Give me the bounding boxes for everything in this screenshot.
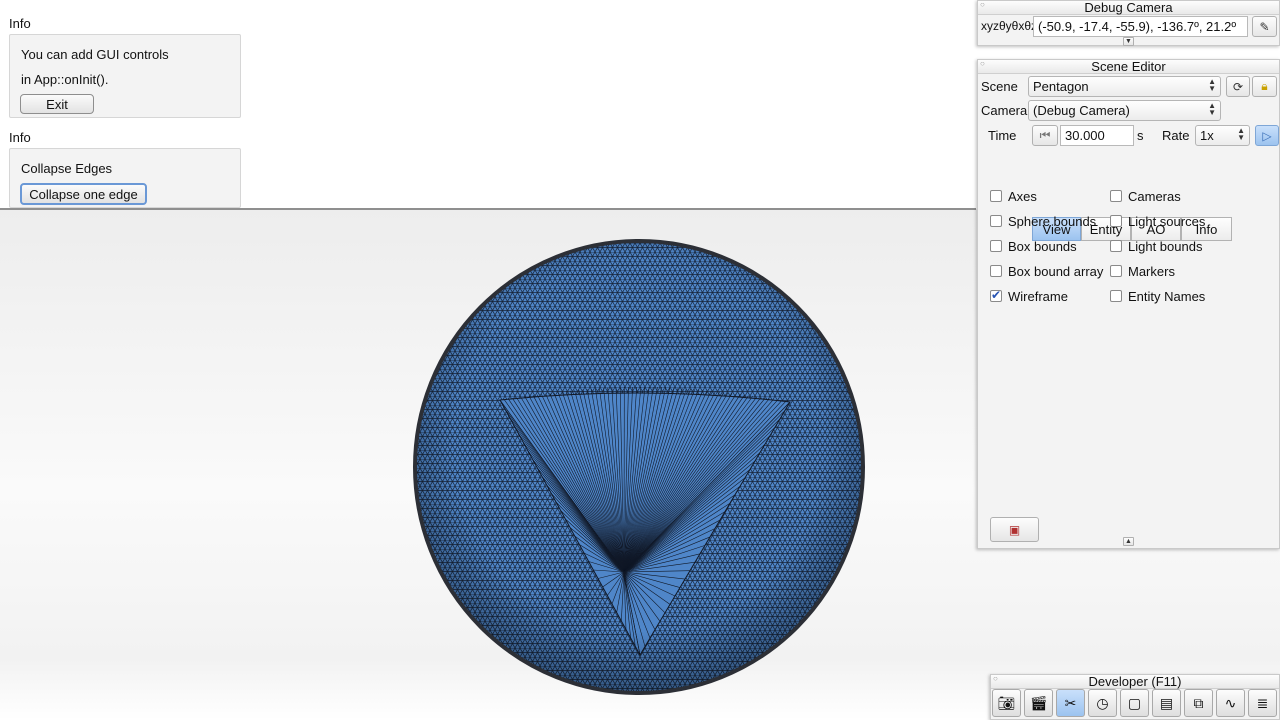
- checkbox-box[interactable]: [1110, 240, 1122, 252]
- reload-scene-button[interactable]: ⟳: [1226, 76, 1250, 97]
- checkbox-box-bounds[interactable]: Box bounds: [990, 238, 1077, 254]
- developer-tool-button-2[interactable]: 🎬︎: [1024, 689, 1053, 717]
- developer-tool-button-6[interactable]: ▤: [1152, 689, 1181, 717]
- checkbox-label: Light sources: [1128, 213, 1206, 229]
- info-pane-title-1: Info: [9, 16, 31, 31]
- developer-tool-button-7[interactable]: ⧉: [1184, 689, 1213, 717]
- collapse-arrow-button[interactable]: ▲: [1123, 537, 1134, 546]
- clock-icon: ◷: [1096, 694, 1109, 711]
- debug-camera-window: Debug Camera ○ xyzθyθxθz (-50.9, -17.4, …: [977, 0, 1280, 46]
- checkbox-markers[interactable]: Markers: [1110, 263, 1175, 279]
- camera-coordinates-field[interactable]: (-50.9, -17.4, -55.9), -136.7º, 21.2º: [1033, 16, 1248, 37]
- camera-value: (Debug Camera): [1033, 103, 1130, 118]
- developer-tool-button-4[interactable]: ◷: [1088, 689, 1117, 717]
- checkbox-box[interactable]: [990, 240, 1002, 252]
- developer-tool-button-3[interactable]: ✂: [1056, 689, 1085, 717]
- play-button[interactable]: ▷: [1255, 125, 1279, 146]
- pencil-icon: ✎: [1259, 19, 1270, 34]
- expand-arrow-button[interactable]: ▼: [1123, 37, 1134, 46]
- film-clapper-icon: 🎬︎: [1029, 694, 1048, 711]
- updown-arrows-icon: ▲ ▼: [1208, 77, 1216, 93]
- copy-camera-button[interactable]: ✎: [1252, 16, 1277, 37]
- developer-tool-button-9[interactable]: ≣: [1248, 689, 1277, 717]
- checkbox-box[interactable]: [990, 288, 1002, 302]
- checkbox-wireframe[interactable]: Wireframe: [990, 288, 1068, 304]
- checkbox-label: Sphere bounds: [1008, 213, 1097, 229]
- document-icon: ≣: [1256, 694, 1269, 711]
- checkbox-box[interactable]: [1110, 290, 1122, 302]
- developer-tool-button-5[interactable]: ▢: [1120, 689, 1149, 717]
- checkbox-box[interactable]: [1110, 190, 1122, 202]
- horizon-line: [0, 208, 976, 210]
- chevron-up-icon: ▲: [1125, 538, 1132, 545]
- camera-label: Camera: [981, 103, 1028, 118]
- info-pane-title-2: Info: [9, 130, 31, 145]
- scene-editor-title[interactable]: Scene Editor: [978, 60, 1279, 74]
- updown-arrows-icon: ▲ ▼: [1237, 126, 1245, 142]
- checkbox-box[interactable]: [990, 265, 1002, 277]
- lock-button[interactable]: 🔒︎: [1252, 76, 1277, 97]
- checkbox-cameras[interactable]: Cameras: [1110, 188, 1181, 204]
- scene-label: Scene: [981, 79, 1018, 94]
- rate-value: 1x: [1200, 128, 1214, 143]
- time-label: Time: [988, 128, 1017, 143]
- new-page-icon: ▢: [1127, 694, 1142, 711]
- info-text-line-2: in App::onInit().: [21, 72, 109, 87]
- save-icon: ▣: [1008, 522, 1021, 537]
- close-icon[interactable]: ○: [980, 59, 985, 68]
- collapse-edges-label: Collapse Edges: [21, 161, 113, 176]
- camera-icon: 📷︎: [997, 694, 1016, 711]
- rate-dropdown[interactable]: 1x ▲ ▼: [1195, 125, 1250, 146]
- terminal-icon: ▤: [1159, 694, 1174, 711]
- camera-coord-label: xyzθyθxθz: [981, 19, 1038, 33]
- refresh-icon: ⟳: [1232, 79, 1244, 94]
- rate-label: Rate: [1162, 128, 1190, 143]
- checkbox-label: Wireframe: [1008, 288, 1068, 304]
- scene-dropdown[interactable]: Pentagon ▲ ▼: [1028, 76, 1221, 97]
- checkbox-box[interactable]: [1110, 265, 1122, 277]
- checkbox-axes[interactable]: Axes: [990, 188, 1037, 204]
- time-unit: s: [1137, 128, 1144, 143]
- info-pane-1: You can add GUI controls in App::onInit(…: [9, 34, 241, 118]
- checkbox-box-bound-array[interactable]: Box bound array: [990, 263, 1103, 279]
- checkbox-box[interactable]: [990, 215, 1002, 227]
- checkbox-light-bounds[interactable]: Light bounds: [1110, 238, 1202, 254]
- checkbox-label: Box bounds: [1008, 238, 1077, 254]
- lock-icon: 🔒︎: [1261, 79, 1268, 93]
- scene-editor-window: Scene Editor ○ Scene Pentagon ▲ ▼ ⟳ 🔒︎ Ca…: [977, 59, 1280, 549]
- checkbox-label: Entity Names: [1128, 288, 1206, 304]
- tools-icon: ✂: [1064, 694, 1077, 711]
- checkbox-entity-names[interactable]: Entity Names: [1110, 288, 1205, 304]
- checkbox-light-sources[interactable]: Light sources: [1110, 213, 1205, 229]
- scene-value: Pentagon: [1033, 79, 1089, 94]
- checkbox-label: Light bounds: [1128, 238, 1203, 254]
- checkbox-label: Box bound array: [1008, 263, 1104, 279]
- debug-camera-title[interactable]: Debug Camera: [978, 1, 1279, 15]
- checkbox-label: Axes: [1008, 188, 1037, 204]
- updown-arrows-icon: ▲ ▼: [1208, 101, 1216, 117]
- info-pane-2: Collapse Edges Collapse one edge: [9, 148, 241, 208]
- play-icon: ▷: [1262, 128, 1272, 143]
- developer-tool-button-8[interactable]: ∿: [1216, 689, 1245, 717]
- checkbox-sphere-bounds[interactable]: Sphere bounds: [990, 213, 1096, 229]
- collapse-one-edge-button[interactable]: Collapse one edge: [20, 183, 147, 205]
- save-scene-button[interactable]: ▣: [990, 517, 1039, 542]
- checkbox-label: Cameras: [1128, 188, 1181, 204]
- close-icon[interactable]: ○: [993, 674, 998, 683]
- checkbox-box[interactable]: [1110, 215, 1122, 227]
- close-icon[interactable]: ○: [980, 0, 985, 9]
- rewind-icon: ⏮: [1039, 128, 1051, 142]
- rewind-button[interactable]: ⏮: [1032, 125, 1058, 146]
- checkbox-label: Markers: [1128, 263, 1175, 279]
- developer-title[interactable]: Developer (F11): [991, 675, 1279, 689]
- camera-dropdown[interactable]: (Debug Camera) ▲ ▼: [1028, 100, 1221, 121]
- windows-icon: ⧉: [1193, 694, 1204, 711]
- exit-button[interactable]: Exit: [20, 94, 94, 114]
- info-text-line-1: You can add GUI controls: [21, 47, 169, 62]
- checkbox-box[interactable]: [990, 190, 1002, 202]
- profiler-icon: ∿: [1224, 694, 1237, 711]
- developer-tool-button-1[interactable]: 📷︎: [992, 689, 1021, 717]
- chevron-down-icon: ▼: [1125, 38, 1132, 45]
- time-field[interactable]: 30.000: [1060, 125, 1134, 146]
